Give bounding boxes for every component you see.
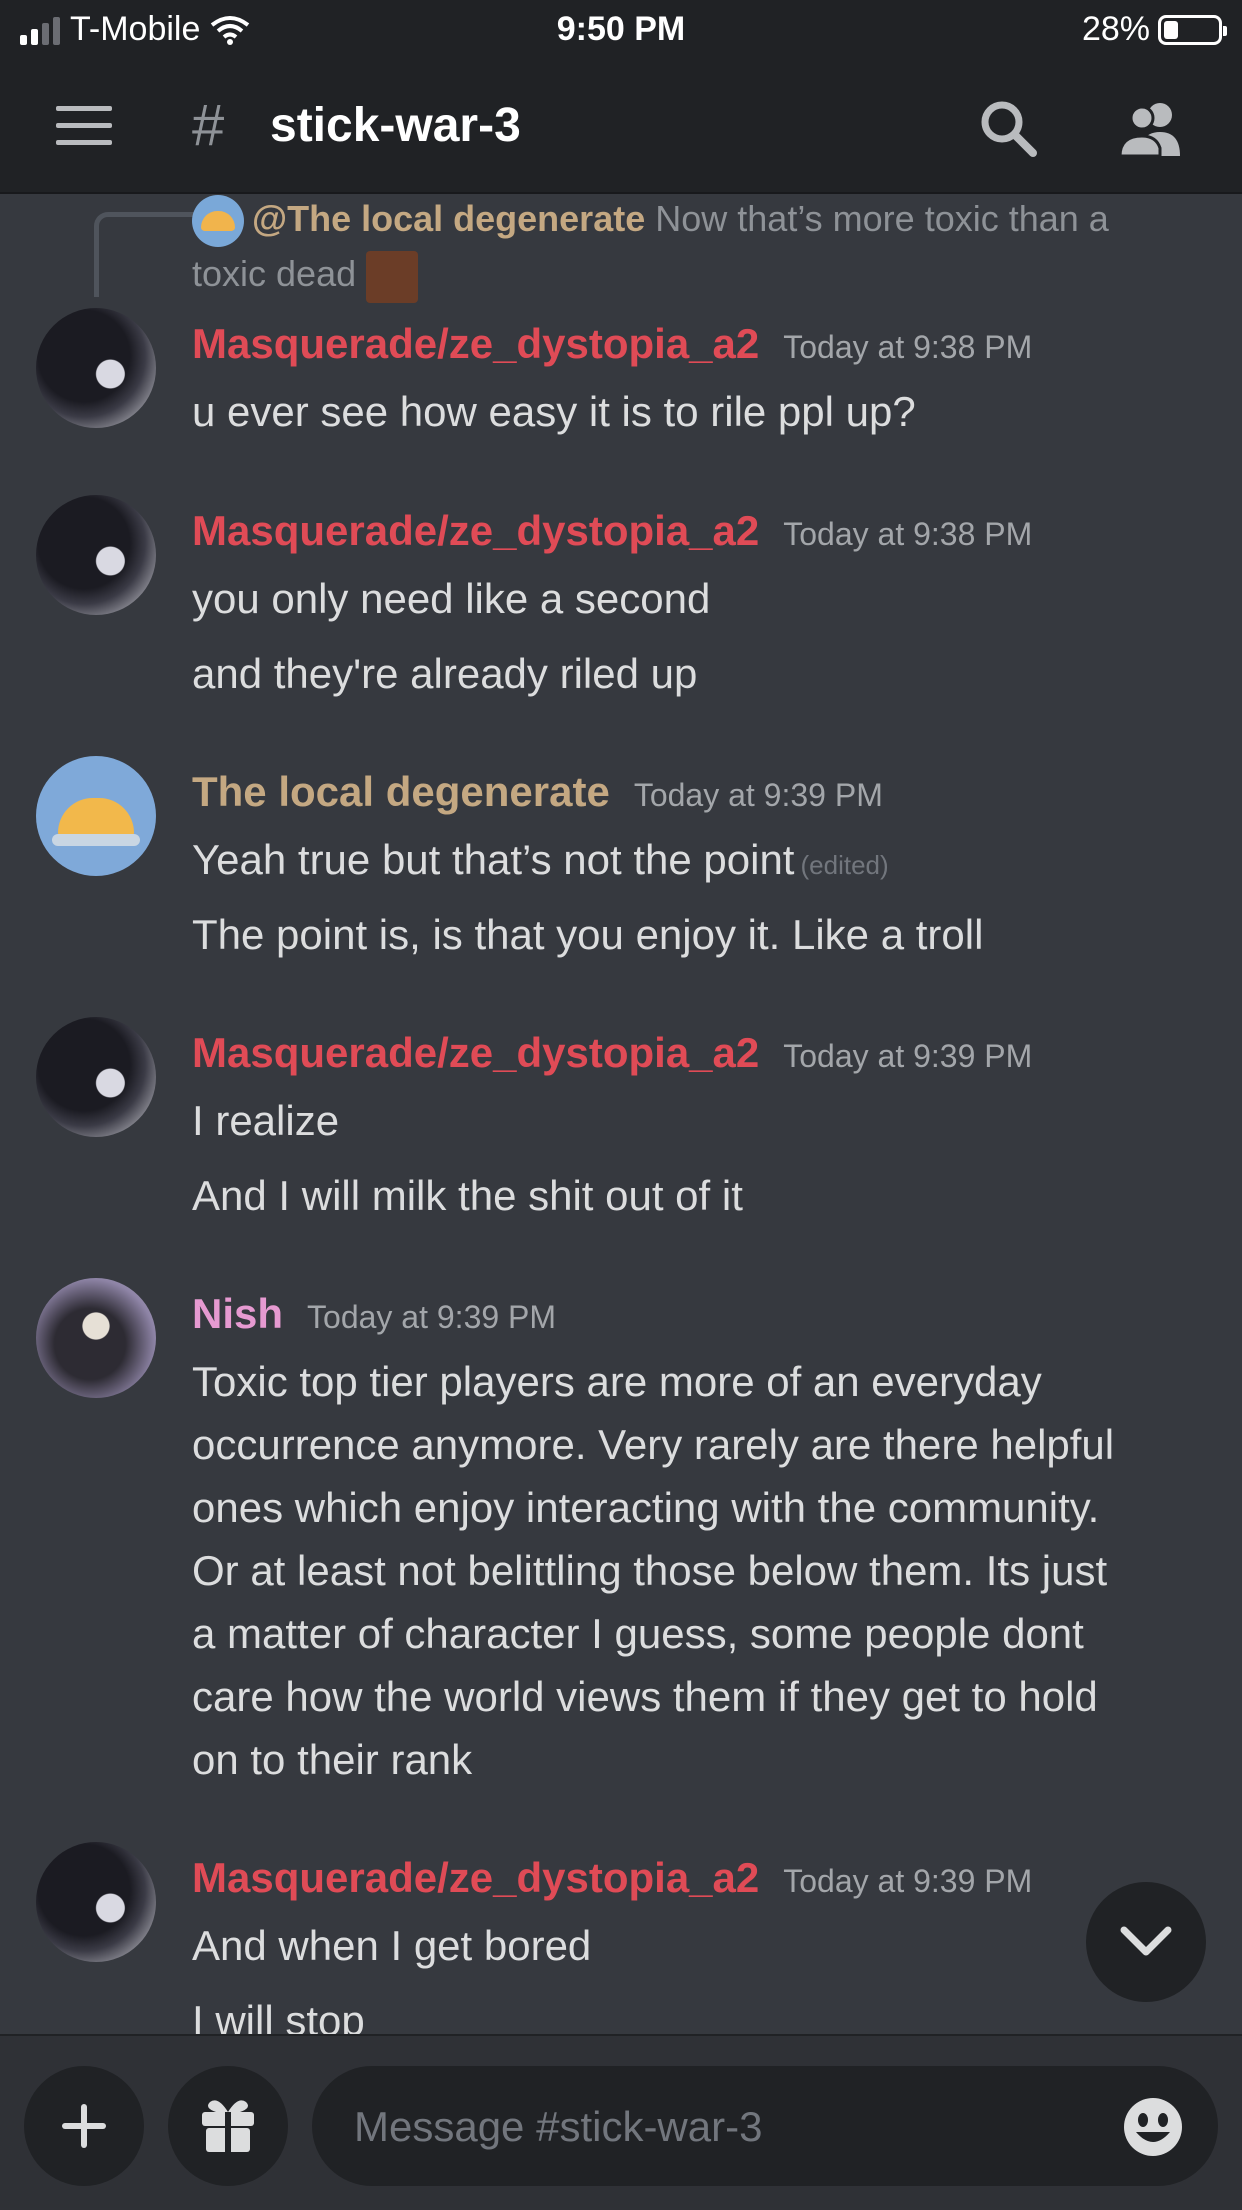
reply-avatar	[192, 195, 244, 248]
channel-title: stick-war-3	[270, 99, 521, 152]
emoji-icon[interactable]	[1122, 2096, 1184, 2158]
message-text: Yeah true but that’s not the point (edite…	[192, 836, 889, 883]
search-icon[interactable]	[978, 98, 1038, 158]
custom-emoji-icon	[366, 250, 419, 303]
status-bar: T-Mobile 9:50 PM 28%	[0, 0, 1242, 62]
message-timestamp: Today at 9:39 PM	[307, 1299, 557, 1335]
message-text: I will stop	[192, 1997, 365, 2034]
message-text: Toxic top tier players are more of an ev…	[192, 1358, 1042, 1405]
message-text: on to their rank	[192, 1736, 473, 1783]
battery-icon	[1158, 14, 1227, 45]
channel-hash-icon: #	[192, 93, 225, 158]
members-icon[interactable]	[1118, 98, 1184, 158]
avatar[interactable]	[36, 495, 156, 615]
reply-text-line2: toxic dead	[192, 253, 357, 295]
reply-preview[interactable]: @The local degenerate Now that’s more to…	[192, 192, 1202, 303]
message-input[interactable]	[352, 2066, 1096, 2188]
reply-text-line1: Now that’s more toxic than a	[655, 198, 1109, 239]
message-timestamp: Today at 9:39 PM	[783, 1863, 1033, 1899]
message-composer	[0, 2034, 1242, 2210]
message-timestamp: Today at 9:38 PM	[783, 329, 1033, 365]
avatar[interactable]	[36, 308, 156, 428]
avatar[interactable]	[36, 1017, 156, 1137]
avatar[interactable]	[36, 1842, 156, 1962]
message-text: you only need like a second	[192, 575, 711, 622]
message-text: The point is, is that you enjoy it. Like…	[192, 911, 984, 958]
message-text: u ever see how easy it is to rile ppl up…	[192, 388, 916, 435]
jump-to-latest-button[interactable]	[1086, 1882, 1206, 2002]
message-text: And I will milk the shit out of it	[192, 1172, 743, 1219]
message-author[interactable]: Masquerade/ze_dystopia_a2 Today at 9:39 P…	[192, 1029, 1032, 1077]
hamburger-icon[interactable]	[56, 106, 112, 157]
message-text: And when I get bored	[192, 1922, 592, 1969]
message-timestamp: Today at 9:38 PM	[783, 516, 1033, 552]
avatar[interactable]	[36, 1278, 156, 1398]
plus-icon[interactable]	[24, 2066, 144, 2186]
message-author[interactable]: Masquerade/ze_dystopia_a2 Today at 9:39 P…	[192, 1854, 1032, 1902]
message-text: Or at least not belittling those below t…	[192, 1547, 1108, 1594]
battery-percent: 28%	[1081, 10, 1150, 48]
message-author[interactable]: Masquerade/ze_dystopia_a2 Today at 9:38 P…	[192, 320, 1032, 368]
gift-button[interactable]	[168, 2066, 288, 2186]
edited-tag: (edited)	[800, 850, 889, 880]
message-text: occurrence anymore. Very rarely are ther…	[192, 1421, 1115, 1468]
clock: 9:50 PM	[556, 10, 686, 48]
avatar[interactable]	[36, 756, 156, 876]
channel-header: # stick-war-3	[0, 62, 1242, 194]
message-timestamp: Today at 9:39 PM	[783, 1038, 1033, 1074]
message-timestamp: Today at 9:39 PM	[633, 777, 883, 813]
message-list[interactable]: @The local degenerate Now that’s more to…	[0, 192, 1242, 2034]
gift-icon	[202, 2100, 254, 2152]
message-text: care how the world views them if they ge…	[192, 1673, 1098, 1720]
message-author[interactable]: Masquerade/ze_dystopia_a2 Today at 9:38 P…	[192, 507, 1032, 555]
message-text: a matter of character I guess, some peop…	[192, 1610, 1084, 1657]
reply-connector	[94, 212, 195, 297]
message-author[interactable]: Nish Today at 9:39 PM	[192, 1290, 556, 1338]
reply-author: @The local degenerate	[252, 198, 646, 239]
message-text: I realize	[192, 1097, 340, 1144]
message-author[interactable]: The local degenerate Today at 9:39 PM	[192, 768, 883, 816]
status-right: 28%	[1081, 10, 1227, 49]
chevron-down-icon	[1120, 1926, 1172, 1956]
message-text: ones which enjoy interacting with the co…	[192, 1484, 1100, 1531]
message-text: and they're already riled up	[192, 650, 698, 697]
message-input-container[interactable]	[312, 2066, 1218, 2188]
